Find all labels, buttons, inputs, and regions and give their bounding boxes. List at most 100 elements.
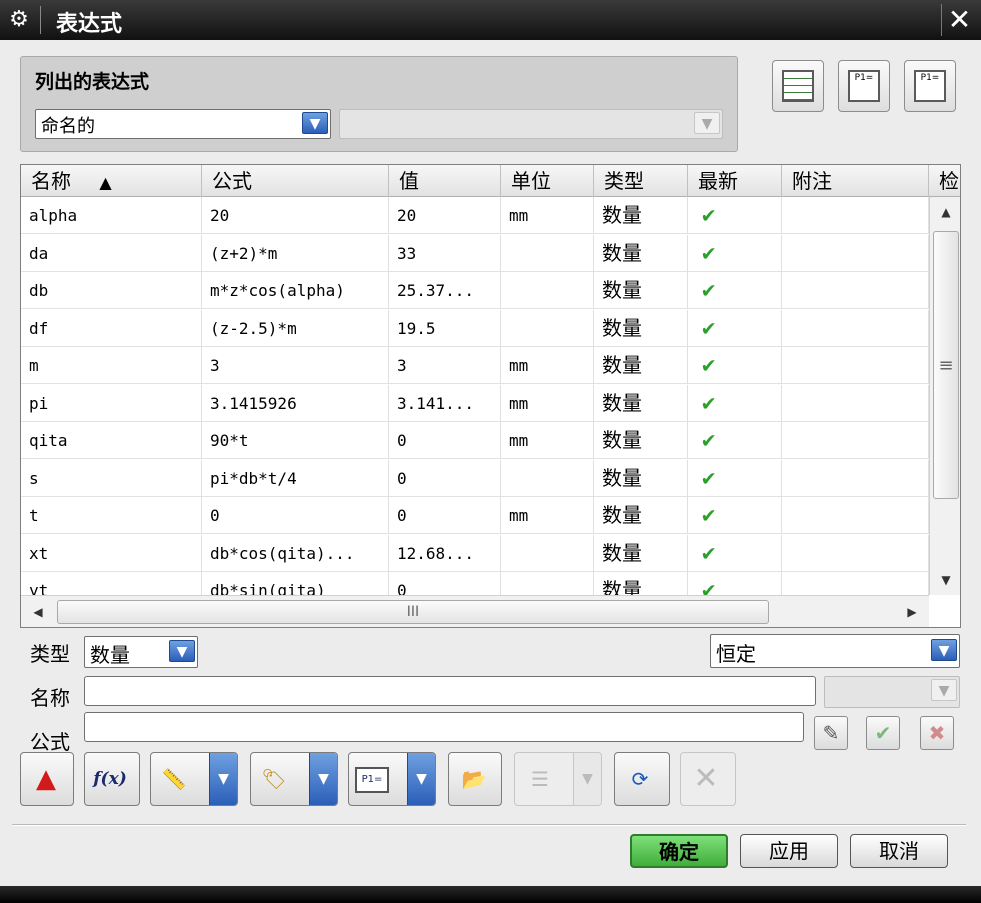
cell-note — [782, 309, 929, 347]
type-dropdown[interactable]: 数量 ▼ — [84, 636, 198, 668]
chevron-down-icon[interactable]: ▼ — [931, 639, 957, 661]
name-input[interactable] — [84, 676, 816, 706]
table-header: 名称 ▲ 公式 值 单位 类型 最新 附注 检 — [21, 165, 960, 197]
reference-menu-button[interactable]: P1= ▼ — [348, 752, 436, 806]
insert-function-button[interactable]: f(x) — [84, 752, 140, 806]
spreadsheet-icon — [782, 70, 814, 102]
scroll-up-icon[interactable]: ▲ — [930, 197, 960, 227]
table-row[interactable]: xt db*cos(qita)... 12.68... 数量 ✔ — [21, 534, 929, 572]
checkmark-icon: ✔ — [688, 272, 782, 309]
reject-edit-button[interactable]: ✖ — [920, 716, 954, 750]
cell-type: 数量 — [594, 422, 688, 459]
refresh-spreadsheet-icon: ⟳ — [631, 767, 649, 791]
import-expressions-button[interactable]: P1= — [838, 60, 890, 112]
list-options-button: ☰ ▼ — [514, 752, 602, 806]
chevron-down-icon[interactable]: ▼ — [407, 753, 435, 805]
cell-unit — [501, 459, 594, 497]
cell-value: 3.141... — [389, 384, 501, 422]
table-row[interactable]: qita 90*t 0 mm 数量 ✔ — [21, 422, 929, 459]
formula-input[interactable] — [84, 712, 804, 742]
column-header-note[interactable]: 附注 — [782, 165, 929, 197]
scroll-right-icon[interactable]: ▶ — [897, 596, 927, 627]
apply-button[interactable]: 应用 — [740, 834, 838, 868]
table-row[interactable]: t 0 0 mm 数量 ✔ — [21, 497, 929, 534]
accept-edit-button[interactable]: ✔ — [866, 716, 900, 750]
checkmark-icon: ✔ — [874, 721, 892, 745]
export-expressions-button[interactable]: P1= — [904, 60, 956, 112]
chevron-down-icon[interactable]: ▼ — [209, 753, 237, 805]
update-from-spreadsheet-button[interactable]: ⟳ — [614, 752, 670, 806]
horizontal-scrollbar[interactable]: ◀ III ▶ — [21, 595, 929, 627]
cell-type: 数量 — [594, 497, 688, 534]
scroll-down-icon[interactable]: ▼ — [930, 565, 960, 595]
window-bottom-edge — [0, 886, 981, 903]
delete-cross-icon: ✕ — [693, 761, 719, 796]
cell-name: xt — [21, 534, 202, 572]
cell-value: 20 — [389, 197, 501, 234]
table-row[interactable]: s pi*db*t/4 0 数量 ✔ — [21, 459, 929, 497]
cell-unit: mm — [501, 422, 594, 459]
chevron-down-icon[interactable]: ▼ — [169, 640, 195, 662]
table-row[interactable]: alpha 20 20 mm 数量 ✔ — [21, 197, 929, 234]
table-row[interactable]: pi 3.1415926 3.141... mm 数量 ✔ — [21, 384, 929, 422]
cell-name: pi — [21, 384, 202, 422]
dimensionality-dropdown[interactable]: 恒定 ▼ — [710, 634, 960, 668]
import-params-icon: P1= — [848, 70, 880, 102]
column-header-value[interactable]: 值 — [389, 165, 501, 197]
formula-label: 公式 — [30, 730, 70, 754]
chevron-down-icon: ▼ — [573, 753, 601, 805]
table-row[interactable]: df (z-2.5)*m 19.5 数量 ✔ — [21, 309, 929, 347]
horizontal-scroll-thumb[interactable]: III — [57, 600, 769, 624]
ok-button[interactable]: 确定 — [630, 834, 728, 868]
cell-unit: mm — [501, 347, 594, 384]
checkmark-icon: ✔ — [688, 459, 782, 497]
tag-icon: 🏷 — [261, 767, 287, 791]
column-header-name[interactable]: 名称 ▲ — [21, 165, 202, 197]
listed-expressions-group: 列出的表达式 命名的 ▼ ▼ — [20, 56, 738, 152]
measurement-button[interactable]: 📏 ▼ — [150, 752, 238, 806]
export-spreadsheet-button[interactable] — [772, 60, 824, 112]
cell-name: da — [21, 234, 202, 272]
checkmark-icon: ✔ — [688, 347, 782, 384]
column-header-formula[interactable]: 公式 — [202, 165, 389, 197]
cell-formula: db*cos(qita)... — [202, 534, 389, 572]
gear-icon[interactable]: ⚙ — [7, 8, 31, 32]
cell-value: 3 — [389, 347, 501, 384]
column-header-type[interactable]: 类型 — [594, 165, 688, 197]
open-file-button[interactable]: 📂 — [448, 752, 502, 806]
export-params-icon: P1= — [914, 70, 946, 102]
functions-menu-button[interactable]: 🏷 ▼ — [250, 752, 338, 806]
checkmark-icon: ✔ — [688, 497, 782, 534]
scroll-left-icon[interactable]: ◀ — [23, 596, 53, 627]
chevron-down-icon[interactable]: ▼ — [302, 112, 328, 134]
cell-note — [782, 272, 929, 309]
folder-open-icon: 📂 — [461, 767, 487, 791]
column-header-current[interactable]: 最新 — [688, 165, 782, 197]
cancel-button[interactable]: 取消 — [850, 834, 948, 868]
vertical-scroll-thumb[interactable]: ≡ — [933, 231, 959, 499]
list-filter-dropdown[interactable]: 命名的 ▼ — [35, 109, 331, 139]
cell-note — [782, 197, 929, 234]
cell-note — [782, 234, 929, 272]
table-row[interactable]: m 3 3 mm 数量 ✔ — [21, 347, 929, 384]
column-header-unit[interactable]: 单位 — [501, 165, 594, 197]
column-header-check[interactable]: 检 — [929, 165, 960, 197]
function-icon: f(x) — [93, 769, 127, 789]
vertical-scrollbar[interactable]: ▲ ≡ ▼ — [929, 197, 960, 595]
cell-name: db — [21, 272, 202, 309]
edit-formula-button[interactable]: ✎ — [814, 716, 848, 750]
triangle-up-icon: ▲ — [36, 764, 56, 794]
cell-note — [782, 347, 929, 384]
table-row[interactable]: da (z+2)*m 33 数量 ✔ — [21, 234, 929, 272]
collapse-button[interactable]: ▲ — [20, 752, 74, 806]
chevron-down-icon[interactable]: ▼ — [309, 753, 337, 805]
title-separator — [40, 6, 41, 34]
close-button[interactable]: ✕ — [941, 4, 977, 36]
cross-icon: ✖ — [928, 721, 946, 745]
table-row[interactable]: db m*z*cos(alpha) 25.37... 数量 ✔ — [21, 272, 929, 309]
cell-value: 0 — [389, 422, 501, 459]
measure-ruler-icon: 📏 — [161, 767, 187, 791]
cell-type: 数量 — [594, 384, 688, 422]
cell-name: df — [21, 309, 202, 347]
cell-formula: 90*t — [202, 422, 389, 459]
